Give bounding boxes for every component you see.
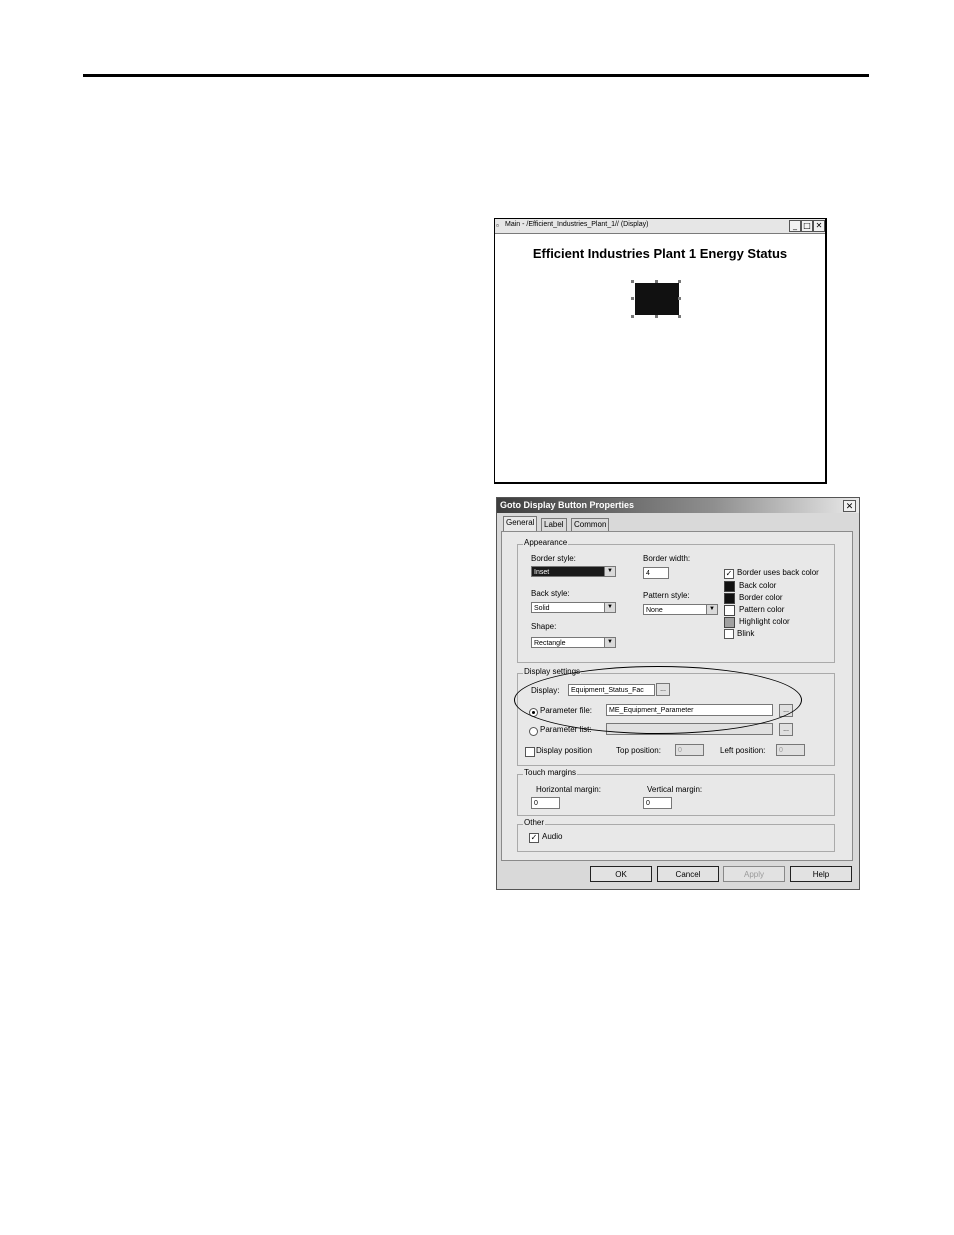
tab-general[interactable]: General: [503, 516, 538, 532]
pattern-style-select[interactable]: None ▼: [643, 604, 718, 615]
maximize-icon[interactable]: □: [801, 220, 813, 232]
pattern-style-label: Pattern style:: [643, 591, 690, 600]
display-window: ▫ Main - /Efficient_Industries_Plant_1//…: [494, 218, 827, 484]
border-width-label: Border width:: [643, 554, 691, 563]
vertical-margin-label: Vertical margin:: [647, 785, 703, 794]
highlight-color-swatch[interactable]: [724, 617, 735, 628]
blink-checkbox[interactable]: [724, 629, 734, 639]
back-style-value: Solid: [534, 605, 550, 612]
selection-handle[interactable]: [655, 315, 658, 318]
blink-label: Blink: [737, 629, 755, 638]
selection-handle[interactable]: [631, 297, 634, 300]
selection-handle[interactable]: [678, 315, 681, 318]
border-uses-back-color-checkbox[interactable]: ✓: [724, 569, 734, 579]
back-color-swatch[interactable]: [724, 581, 735, 592]
selection-handle[interactable]: [655, 280, 658, 283]
goto-display-button[interactable]: [635, 283, 679, 315]
parameter-list-radio[interactable]: [529, 727, 538, 736]
back-style-label: Back style:: [531, 589, 570, 598]
selection-handle[interactable]: [678, 280, 681, 283]
pattern-style-value: None: [646, 607, 663, 614]
highlight-color-label: Highlight color: [739, 617, 790, 626]
left-position-label: Left position:: [720, 746, 766, 755]
selection-handle[interactable]: [631, 315, 634, 318]
other-group-label: Other: [523, 818, 546, 827]
display-window-titlebar: ▫ Main - /Efficient_Industries_Plant_1//…: [495, 219, 825, 234]
left-position-field[interactable]: 0: [776, 744, 805, 756]
other-group: [517, 824, 835, 852]
display-position-label: Display position: [536, 746, 593, 755]
horizontal-margin-field[interactable]: 0: [531, 797, 560, 809]
border-color-label: Border color: [739, 593, 783, 602]
page-header-rule: [83, 74, 869, 77]
window-app-icon: ▫: [496, 221, 499, 230]
border-style-label: Border style:: [531, 554, 576, 563]
cancel-button[interactable]: Cancel: [657, 866, 719, 882]
highlight-ellipse: [514, 666, 802, 734]
vertical-margin-field[interactable]: 0: [643, 797, 672, 809]
border-color-swatch[interactable]: [724, 593, 735, 604]
horizontal-margin-label: Horizontal margin:: [536, 785, 601, 794]
dialog-titlebar: Goto Display Button Properties ✕: [497, 498, 859, 513]
minimize-icon[interactable]: _: [789, 220, 801, 232]
audio-label: Audio: [542, 832, 563, 841]
pattern-color-swatch[interactable]: [724, 605, 735, 616]
border-style-select[interactable]: Inset ▼: [531, 566, 616, 577]
border-width-field[interactable]: 4: [643, 567, 669, 579]
tab-common[interactable]: Common: [571, 518, 610, 531]
shape-select[interactable]: Rectangle ▼: [531, 637, 616, 648]
top-position-label: Top position:: [616, 746, 661, 755]
chevron-down-icon[interactable]: ▼: [604, 638, 615, 647]
selection-handle[interactable]: [631, 280, 634, 283]
display-position-checkbox[interactable]: [525, 747, 535, 757]
audio-checkbox[interactable]: ✓: [529, 833, 539, 843]
shape-value: Rectangle: [534, 640, 566, 647]
pattern-color-label: Pattern color: [739, 605, 785, 614]
dialog-title: Goto Display Button Properties: [500, 500, 635, 510]
shape-label: Shape:: [531, 622, 557, 631]
border-style-value: Inset: [534, 569, 550, 576]
help-button[interactable]: Help: [790, 866, 852, 882]
border-uses-back-color-label: Border uses back color: [737, 568, 819, 577]
ok-button[interactable]: OK: [590, 866, 652, 882]
touch-margins-group: [517, 774, 835, 816]
parameter-list-browse-button[interactable]: ...: [779, 723, 793, 736]
selection-handle[interactable]: [678, 297, 681, 300]
chevron-down-icon[interactable]: ▼: [604, 603, 615, 612]
display-heading: Efficient Industries Plant 1 Energy Stat…: [532, 246, 788, 261]
back-style-select[interactable]: Solid ▼: [531, 602, 616, 613]
close-icon[interactable]: ✕: [813, 220, 825, 232]
display-window-title: Main - /Efficient_Industries_Plant_1// (…: [505, 221, 649, 228]
apply-button[interactable]: Apply: [723, 866, 785, 882]
top-position-field[interactable]: 0: [675, 744, 704, 756]
close-icon[interactable]: ✕: [843, 500, 856, 512]
back-color-label: Back color: [739, 581, 777, 590]
chevron-down-icon[interactable]: ▼: [604, 567, 615, 576]
tab-label[interactable]: Label: [541, 518, 567, 531]
chevron-down-icon[interactable]: ▼: [706, 605, 717, 614]
touch-margins-group-label: Touch margins: [523, 768, 578, 777]
appearance-group-label: Appearance: [523, 538, 569, 547]
